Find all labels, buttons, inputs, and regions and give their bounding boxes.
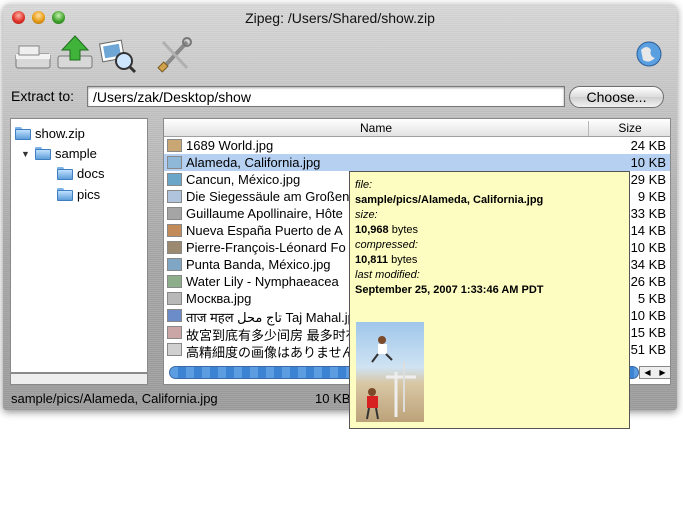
jpg-thumbnail-icon	[167, 173, 182, 186]
jpg-thumbnail-icon	[167, 207, 182, 220]
file-size: 29 KB	[630, 172, 666, 187]
size-line: 10,968 bytes	[355, 223, 624, 238]
file-size: 10 KB	[630, 155, 666, 170]
size-label: size:	[355, 209, 378, 221]
table-row[interactable]: Alameda, California.jpg 10 KB	[164, 154, 670, 171]
jpg-thumbnail-icon	[167, 139, 182, 152]
scroll-right-icon[interactable]: ▶	[659, 368, 665, 377]
scroll-left-icon[interactable]: ◀	[644, 368, 650, 377]
choose-button[interactable]: Choose...	[569, 86, 664, 108]
table-header: Name Size	[164, 119, 670, 137]
image-thumbnail	[356, 322, 424, 422]
file-name: 高精細度の画像はありませんか	[186, 345, 368, 360]
compressed-label: compressed:	[355, 239, 418, 251]
extract-row: Extract to: /Users/zak/Desktop/show Choo…	[3, 86, 677, 110]
file-name: Alameda, California.jpg	[186, 155, 321, 170]
table-row[interactable]: 1689 World.jpg 24 KB	[164, 137, 670, 154]
jpg-thumbnail-icon	[167, 343, 182, 356]
tree-item-pics[interactable]: pics	[57, 187, 100, 202]
file-size: 34 KB	[630, 257, 666, 272]
file-name: Guillaume Apollinaire, Hôte	[186, 206, 343, 221]
tree-scrollbar[interactable]	[10, 373, 148, 385]
tree-item-show-zip[interactable]: show.zip	[15, 126, 85, 141]
compressed-line: 10,811 bytes	[355, 253, 624, 268]
file-name: Cancun, México.jpg	[186, 172, 301, 187]
jpg-thumbnail-icon	[167, 156, 182, 169]
window-title: Zipeg: /Users/Shared/show.zip	[245, 10, 435, 26]
file-name: Pierre-François-Léonard Fo	[186, 240, 346, 255]
jpg-thumbnail-icon	[167, 292, 182, 305]
folder-icon	[15, 127, 31, 140]
jpg-thumbnail-icon	[167, 224, 182, 237]
extract-up-icon[interactable]	[55, 34, 95, 74]
file-name: Punta Banda, México.jpg	[186, 257, 331, 272]
title-bar[interactable]: Zipeg: /Users/Shared/show.zip	[3, 4, 677, 28]
size-unit: bytes	[391, 224, 419, 236]
extract-to-label: Extract to:	[11, 88, 75, 104]
jpg-thumbnail-icon	[167, 258, 182, 271]
jpg-thumbnail-icon	[167, 241, 182, 254]
file-info-tooltip: file: sample/pics/Alameda, California.jp…	[349, 171, 630, 429]
compressed-value: 10,811	[355, 254, 389, 266]
scroll-arrows[interactable]: ◀ ▶	[639, 366, 671, 379]
file-size: 51 KB	[630, 342, 666, 357]
file-size: 14 KB	[630, 223, 666, 238]
globe-icon[interactable]	[629, 34, 669, 74]
file-name: Nueva España Puerto de A	[186, 223, 343, 238]
size-value: 10,968	[355, 224, 389, 236]
file-size: 10 KB	[630, 240, 666, 255]
jpg-thumbnail-icon	[167, 309, 182, 322]
file-name: Die Siegessäule am Großen	[186, 189, 350, 204]
folder-tree[interactable]: show.zip ▼ sample docs pics	[10, 118, 148, 373]
tree-item-sample[interactable]: ▼ sample	[21, 146, 97, 161]
file-size: 24 KB	[630, 138, 666, 153]
jpg-thumbnail-icon	[167, 190, 182, 203]
file-value: sample/pics/Alameda, California.jpg	[355, 194, 544, 206]
preview-photos-icon[interactable]	[97, 34, 137, 74]
file-name: Water Lily - Nymphaeacea	[186, 274, 339, 289]
file-label: file:	[355, 179, 373, 191]
compressed-unit: bytes	[391, 254, 418, 266]
folder-icon	[57, 188, 73, 201]
folder-icon	[35, 147, 51, 160]
jpg-thumbnail-icon	[167, 326, 182, 339]
tools-icon[interactable]	[155, 34, 195, 74]
disclosure-triangle-icon[interactable]: ▼	[21, 149, 31, 159]
file-size: 9 KB	[637, 189, 666, 204]
status-path: sample/pics/Alameda, California.jpg	[11, 391, 218, 406]
drive-icon[interactable]	[13, 34, 53, 74]
modified-value: September 25, 2007 1:33:46 AM PDT	[355, 284, 544, 296]
modified-label: last modified:	[355, 269, 420, 281]
file-size: 33 KB	[630, 206, 666, 221]
folder-icon	[57, 167, 73, 180]
file-size: 26 KB	[630, 274, 666, 289]
extract-path-field[interactable]: /Users/zak/Desktop/show	[87, 86, 565, 107]
tree-item-docs[interactable]: docs	[57, 166, 104, 181]
file-size: 10 KB	[630, 308, 666, 323]
jpg-thumbnail-icon	[167, 275, 182, 288]
file-size: 15 KB	[630, 325, 666, 340]
file-name: Москва.jpg	[186, 291, 252, 306]
file-name: 1689 World.jpg	[186, 138, 274, 153]
column-header-name[interactable]: Name	[164, 121, 588, 135]
file-size: 5 KB	[637, 291, 666, 306]
status-size: 10 KB	[315, 391, 351, 406]
column-header-size[interactable]: Size	[588, 121, 670, 136]
